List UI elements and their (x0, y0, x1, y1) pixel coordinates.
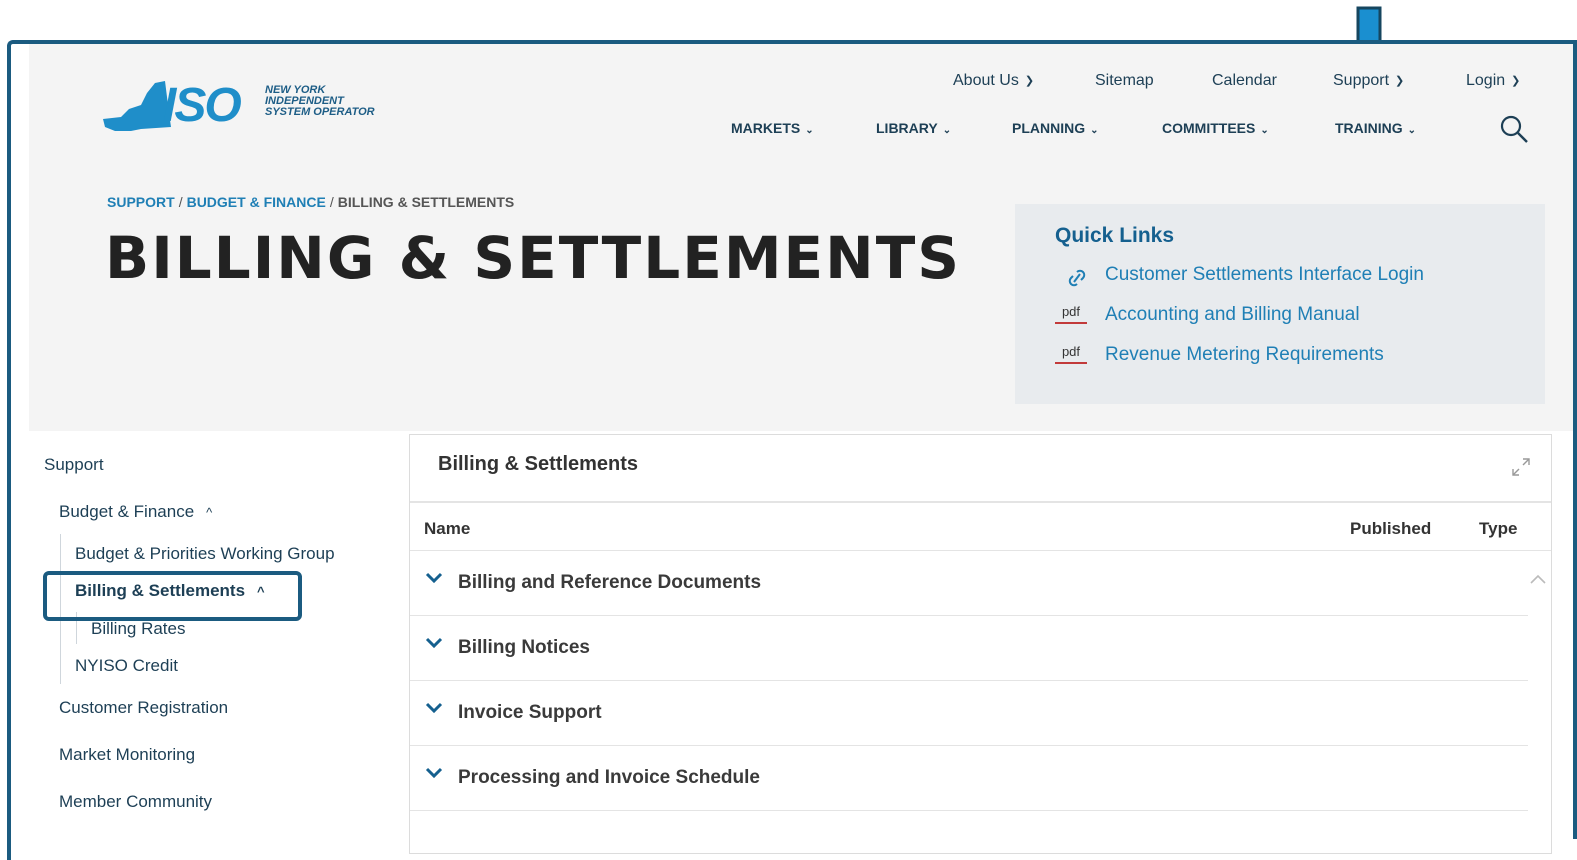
browser-frame: ISO NEW YORK INDEPENDENT SYSTEM OPERATOR… (7, 40, 1577, 860)
sidebar-item-budget-priorities[interactable]: Budget & Priorities Working Group (75, 544, 335, 564)
expand-icon[interactable] (1511, 457, 1531, 477)
chevron-down-icon (425, 572, 443, 584)
column-name[interactable]: Name (424, 519, 470, 539)
quick-links-heading: Quick Links (1055, 224, 1175, 247)
table-header: Name Published Type (410, 501, 1551, 551)
nyiso-logo[interactable]: ISO NEW YORK INDEPENDENT SYSTEM OPERATOR (101, 79, 391, 133)
nav-markets[interactable]: MARKETS ⌄ (731, 120, 814, 136)
pdf-icon: pdf (1055, 344, 1087, 364)
chevron-down-icon: ⌄ (1407, 125, 1417, 136)
nav-support[interactable]: Support ❯ (1333, 72, 1404, 90)
nav-planning[interactable]: PLANNING ⌄ (1012, 120, 1099, 136)
column-published[interactable]: Published (1350, 519, 1431, 539)
highlight-box (43, 571, 302, 621)
sidebar-item-market-monitoring[interactable]: Market Monitoring (59, 745, 195, 765)
breadcrumb-budget-finance[interactable]: BUDGET & FINANCE (187, 194, 326, 210)
column-type[interactable]: Type (1479, 519, 1517, 539)
sidebar-item-budget-finance[interactable]: Budget & Finance ^ (59, 502, 212, 522)
logo-iso-text: ISO (163, 79, 242, 132)
chevron-down-icon: ⌄ (1260, 125, 1269, 136)
sidebar-item-billing-rates[interactable]: Billing Rates (91, 619, 186, 639)
nav-library[interactable]: LIBRARY ⌄ (876, 120, 951, 136)
nav-sitemap[interactable]: Sitemap (1095, 72, 1154, 90)
document-panel: Billing & Settlements Name Published Typ… (409, 434, 1552, 854)
chevron-down-icon: ❯ (1395, 75, 1405, 88)
folder-row[interactable]: Billing Notices (410, 616, 1528, 681)
page-title: BILLING & SETTLEMENTS (105, 224, 962, 292)
folder-row[interactable]: Processing and Invoice Schedule (410, 746, 1528, 811)
pdf-icon: pdf (1055, 304, 1087, 324)
folder-row[interactable]: Invoice Support (410, 681, 1528, 746)
logo-subtitle: NEW YORK INDEPENDENT SYSTEM OPERATOR (265, 84, 375, 118)
frame-edge (1573, 40, 1577, 839)
chevron-down-icon: ❯ (1511, 75, 1521, 88)
quick-links-box: Quick Links Customer Settlements Interfa… (1015, 204, 1545, 404)
scroll-up-icon[interactable] (1529, 573, 1547, 585)
chevron-up-icon: ^ (206, 505, 213, 520)
sidebar-item-nyiso-credit[interactable]: NYISO Credit (75, 656, 178, 676)
search-icon[interactable] (1499, 114, 1529, 144)
sidebar-item-customer-registration[interactable]: Customer Registration (59, 698, 228, 718)
nav-login[interactable]: Login ❯ (1466, 72, 1520, 90)
nav-committees[interactable]: COMMITTEES ⌄ (1162, 120, 1269, 136)
link-icon (1068, 269, 1086, 287)
nav-training[interactable]: TRAINING ⌄ (1335, 120, 1416, 136)
breadcrumb: SUPPORT / BUDGET & FINANCE / BILLING & SETTL… (107, 194, 515, 210)
nav-calendar[interactable]: Calendar (1212, 72, 1277, 90)
sidebar-item-member-community[interactable]: Member Community (59, 792, 212, 812)
panel-title: Billing & Settlements (438, 453, 639, 475)
chevron-down-icon: ⌄ (1090, 125, 1099, 136)
page-header: ISO NEW YORK INDEPENDENT SYSTEM OPERATOR… (29, 44, 1574, 431)
chevron-down-icon (425, 767, 443, 779)
chevron-down-icon (425, 702, 443, 714)
folder-row[interactable]: Billing and Reference Documents (410, 551, 1528, 616)
chevron-down-icon: ❯ (1024, 75, 1035, 88)
new-york-state-icon (103, 81, 171, 131)
breadcrumb-current: BILLING & SETTLEMENTS (337, 194, 515, 210)
chevron-down-icon (425, 637, 443, 649)
sidebar-item-support[interactable]: Support (44, 455, 104, 475)
chevron-down-icon: ⌄ (805, 125, 814, 136)
breadcrumb-support[interactable]: SUPPORT (107, 194, 175, 210)
chevron-down-icon: ⌄ (942, 125, 952, 136)
nav-about-us[interactable]: About Us ❯ (953, 72, 1034, 90)
